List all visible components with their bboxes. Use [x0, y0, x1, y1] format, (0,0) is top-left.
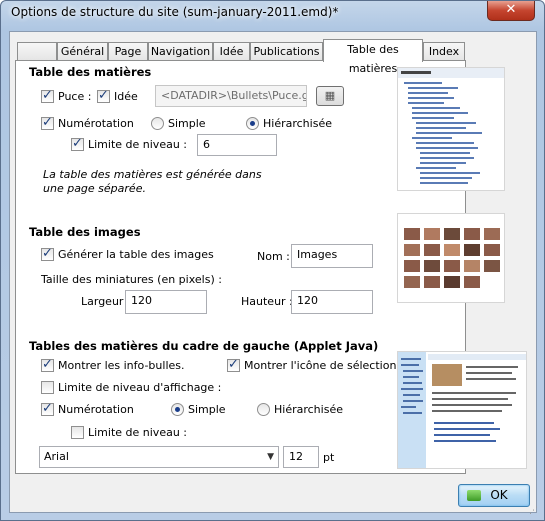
limite-affichage-checkbox[interactable]: [41, 381, 54, 394]
limite-niveau-checkbox[interactable]: [71, 136, 84, 151]
applet-heading: Tables des matières du cadre de gauche (…: [29, 339, 379, 353]
infobulles-label: Montrer les info-bulles.: [58, 359, 185, 372]
applet-hierarchisee-radio[interactable]: [257, 403, 270, 416]
applet-simple-radio[interactable]: [171, 403, 184, 416]
ok-icon: [467, 490, 481, 501]
hauteur-label: Hauteur :: [241, 295, 293, 308]
limite-niveau-label: Limite de niveau :: [88, 138, 187, 151]
applet-simple-label: Simple: [188, 403, 226, 416]
images-heading: Table des images: [29, 225, 141, 239]
limite-affichage-label: Limite de niveau d'affichage :: [58, 381, 222, 394]
puce-checkbox[interactable]: [41, 88, 54, 103]
tab-blank[interactable]: [17, 42, 57, 61]
font-size-unit: pt: [323, 451, 335, 464]
tab-navigation[interactable]: Navigation: [148, 42, 213, 61]
largeur-label: Largeur :: [81, 295, 131, 308]
chevron-down-icon: ▼: [267, 452, 274, 462]
font-select-value: Arial: [44, 450, 69, 463]
tab-general[interactable]: Général: [57, 42, 108, 61]
largeur-field[interactable]: 120: [125, 290, 207, 314]
tab-publications[interactable]: Publications: [250, 42, 323, 61]
numerotation-checkbox[interactable]: [41, 115, 54, 130]
generer-images-checkbox[interactable]: [41, 246, 54, 261]
font-size-field[interactable]: 12: [283, 446, 319, 468]
ok-button[interactable]: OK: [458, 484, 530, 507]
puce-path-field[interactable]: <DATADIR>\Bullets\Puce.gif: [155, 85, 307, 107]
idee-checkbox[interactable]: [97, 88, 110, 103]
applet-numerotation-checkbox[interactable]: [41, 401, 54, 416]
toc-heading: Table des matières: [29, 65, 152, 79]
hierarchisee-radio[interactable]: [246, 117, 259, 130]
applet-limite-niveau-label: Limite de niveau :: [88, 426, 187, 439]
tab-index[interactable]: Index: [423, 42, 465, 61]
icone-selection-checkbox[interactable]: [227, 357, 240, 372]
numerotation-label: Numérotation: [58, 117, 134, 130]
icone-selection-label: Montrer l'icône de sélection: [244, 359, 397, 372]
tab-page[interactable]: Page: [108, 42, 148, 61]
nom-field[interactable]: Images: [291, 244, 373, 268]
applet-limite-niveau-checkbox[interactable]: [71, 426, 84, 439]
toc-note-line1: La table des matières est générée dans: [43, 168, 262, 181]
miniatures-label: Taille des miniatures (en pixels) :: [41, 273, 222, 286]
browse-icon: ▦: [324, 89, 336, 102]
limite-niveau-field[interactable]: 6: [197, 134, 277, 156]
window-title: Options de structure du site (sum-januar…: [11, 5, 339, 19]
applet-preview-image: [397, 351, 527, 469]
applet-hierarchisee-label: Hiérarchisée: [274, 403, 343, 416]
puce-label: Puce :: [58, 90, 92, 103]
hierarchisee-label: Hiérarchisée: [263, 117, 332, 130]
browse-button[interactable]: ▦: [316, 86, 344, 106]
close-button[interactable]: ✕: [487, 1, 535, 21]
applet-numerotation-label: Numérotation: [58, 403, 134, 416]
generer-images-label: Générer la table des images: [58, 248, 214, 261]
nom-label: Nom :: [257, 250, 290, 263]
resize-grip[interactable]: ⋰: [529, 506, 539, 516]
images-preview-image: [397, 213, 505, 303]
tab-table-des-matieres[interactable]: Table des matières: [323, 39, 423, 75]
simple-radio[interactable]: [151, 117, 164, 130]
dialog-window: Options de structure du site (sum-januar…: [0, 0, 545, 521]
toc-preview-image: [397, 67, 505, 191]
font-select[interactable]: Arial ▼: [39, 446, 279, 468]
simple-label: Simple: [168, 117, 206, 130]
hauteur-field[interactable]: 120: [291, 290, 373, 314]
toc-note-line2: une page séparée.: [43, 182, 146, 195]
tab-idee[interactable]: Idée: [213, 42, 250, 61]
close-icon: ✕: [505, 2, 517, 17]
infobulles-checkbox[interactable]: [41, 357, 54, 372]
idee-label: Idée: [114, 90, 138, 103]
ok-label: OK: [490, 488, 508, 502]
